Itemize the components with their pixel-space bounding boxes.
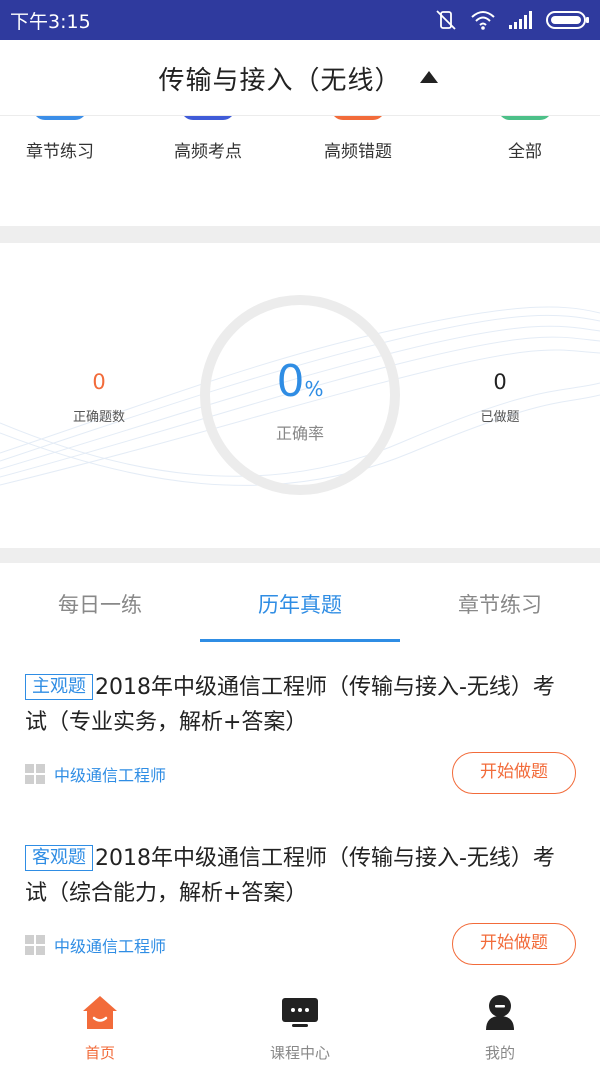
- stats-panel: 0 正确题数 0% 正确率 0 已做题: [0, 243, 600, 548]
- exam-type-badge: 客观题: [25, 845, 93, 871]
- status-time: 下午3:15: [10, 11, 91, 33]
- quick-item-label: 高频错题: [324, 142, 392, 162]
- exam-title-text: 2018年中级通信工程师（传输与接入-无线）考试（专业实务，解析+答案）: [25, 675, 555, 735]
- subject-title[interactable]: 传输与接入（无线）: [0, 60, 560, 97]
- accuracy-value: 0%: [200, 356, 400, 407]
- done-count-label: 已做题: [480, 410, 520, 425]
- exam-category: 中级通信工程师: [25, 933, 166, 957]
- quick-menu: 章节练习 高频考点 高频错题 全部: [0, 116, 600, 226]
- accuracy-label: 正确率: [275, 424, 324, 443]
- exam-title-text: 2018年中级通信工程师（传输与接入-无线）考试（综合能力，解析+答案）: [25, 846, 555, 906]
- tab-daily-practice[interactable]: 每日一练: [0, 589, 200, 619]
- nav-course-center[interactable]: 课程中心: [200, 980, 400, 1067]
- bottom-navigation: 首页 课程中心 我的: [0, 980, 600, 1067]
- quick-item-label: 章节练习: [26, 142, 94, 162]
- quick-item-chapter-practice[interactable]: 章节练习: [0, 116, 135, 176]
- profile-icon: [486, 995, 514, 1030]
- section-divider: [0, 226, 600, 243]
- accuracy-number: 0: [276, 356, 305, 407]
- category-grid-icon: [25, 935, 45, 955]
- course-center-icon: [282, 998, 318, 1027]
- exam-category-label: 中级通信工程师: [54, 937, 167, 956]
- tab-chapter-practice[interactable]: 章节练习: [400, 589, 600, 619]
- status-icons: [434, 8, 590, 32]
- header: 传输与接入（无线）: [0, 40, 600, 116]
- nav-course-center-label: 课程中心: [269, 1044, 330, 1062]
- correct-count-label: 正确题数: [72, 410, 125, 425]
- exam-type-badge: 主观题: [25, 674, 93, 700]
- tab-past-exams[interactable]: 历年真题: [200, 589, 400, 619]
- exam-category-label: 中级通信工程师: [54, 766, 167, 785]
- exam-title[interactable]: 主观题 2018年中级通信工程师（传输与接入-无线）考试（专业实务，解析+答案）: [25, 670, 575, 740]
- home-icon: [83, 996, 117, 1029]
- wifi-icon: [471, 11, 495, 30]
- quick-item-label: 高频考点: [174, 142, 242, 162]
- vibrate-off-icon: [436, 10, 456, 30]
- nav-home-label: 首页: [84, 1044, 115, 1062]
- exam-item[interactable]: 主观题 2018年中级通信工程师（传输与接入-无线）考试（专业实务，解析+答案） …: [0, 670, 600, 820]
- signal-icon: [509, 11, 532, 29]
- nav-profile[interactable]: 我的: [400, 980, 600, 1067]
- high-frequency-errors-icon: [331, 116, 385, 120]
- category-grid-icon: [25, 764, 45, 784]
- quick-item-label: 全部: [508, 142, 542, 162]
- quick-item-all[interactable]: 全部: [450, 116, 600, 176]
- exam-title[interactable]: 客观题 2018年中级通信工程师（传输与接入-无线）考试（综合能力，解析+答案）: [25, 841, 575, 911]
- status-bar: 下午3:15: [0, 0, 600, 40]
- start-practice-button[interactable]: 开始做题: [452, 752, 576, 794]
- high-frequency-points-icon: [181, 116, 235, 120]
- start-practice-button[interactable]: 开始做题: [452, 923, 576, 965]
- active-tab-indicator: [200, 639, 400, 642]
- battery-icon: [546, 11, 589, 29]
- chapter-practice-icon: [33, 116, 87, 120]
- section-divider: [0, 548, 600, 563]
- quick-item-high-frequency-errors[interactable]: 高频错题: [283, 116, 433, 176]
- correct-count-value: 0: [92, 370, 106, 394]
- done-count-value: 0: [493, 370, 507, 394]
- all-icon: [498, 116, 552, 120]
- exam-item[interactable]: 客观题 2018年中级通信工程师（传输与接入-无线）考试（综合能力，解析+答案） …: [0, 841, 600, 991]
- done-count-stat: 0 已做题: [430, 370, 570, 425]
- quick-item-high-frequency-points[interactable]: 高频考点: [133, 116, 283, 176]
- exam-category: 中级通信工程师: [25, 762, 166, 786]
- caret-up-icon[interactable]: [420, 71, 438, 83]
- practice-tabs: 每日一练 历年真题 章节练习: [0, 563, 600, 643]
- correct-count-stat: 0 正确题数: [29, 370, 169, 425]
- accuracy-unit: %: [304, 377, 324, 401]
- nav-home[interactable]: 首页: [0, 980, 200, 1067]
- nav-profile-label: 我的: [484, 1044, 515, 1062]
